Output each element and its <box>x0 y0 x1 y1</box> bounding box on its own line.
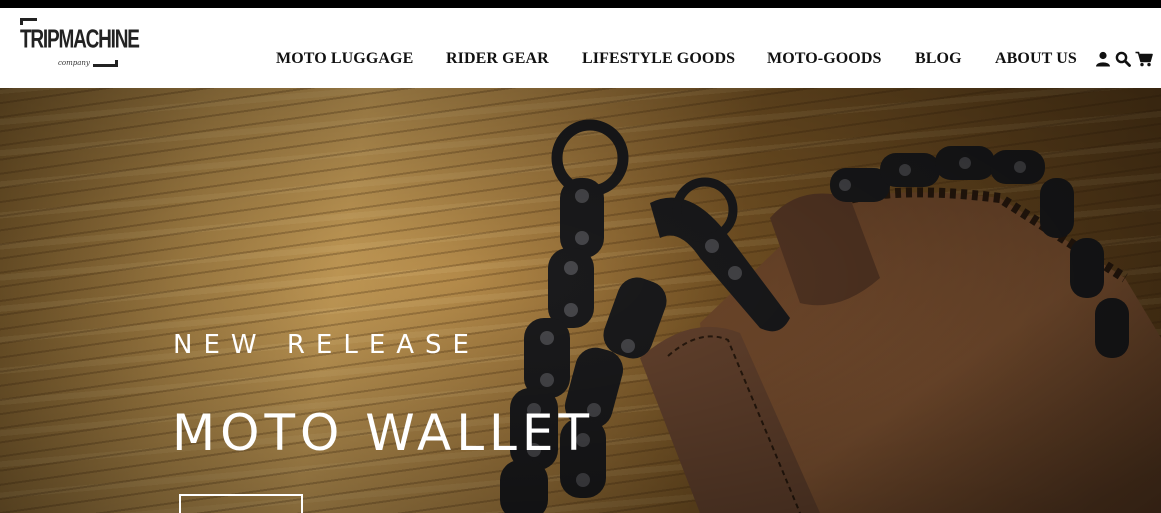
nav-item-about-us[interactable]: ABOUT US <box>995 50 1077 68</box>
nav-item-moto-luggage[interactable]: MOTO LUGGAGE <box>276 50 413 68</box>
search-icon[interactable] <box>1115 51 1131 67</box>
hero-cta-button[interactable] <box>179 494 303 513</box>
cart-icon[interactable] <box>1135 51 1153 67</box>
tripmachine-logo[interactable]: TRIPMACHINE company <box>20 18 140 67</box>
top-bar <box>0 0 1161 8</box>
nav-item-lifestyle-goods[interactable]: LIFESTYLE GOODS <box>582 50 735 68</box>
hero-title: MOTO WALLET <box>172 404 595 462</box>
site-header: TRIPMACHINE company MOTO LUGGAGE RIDER G… <box>0 8 1161 88</box>
hero-eyebrow: NEW RELEASE <box>173 330 480 360</box>
nav-item-blog[interactable]: BLOG <box>915 50 962 68</box>
nav-item-rider-gear[interactable]: RIDER GEAR <box>446 50 549 68</box>
logo-wordmark: TRIPMACHINE <box>20 26 140 55</box>
logo-subtext: company <box>58 59 90 67</box>
nav-item-moto-goods[interactable]: MOTO-GOODS <box>767 50 882 68</box>
user-icon[interactable] <box>1095 51 1111 67</box>
logo-frame-left <box>20 18 37 25</box>
hero-banner: NEW RELEASE MOTO WALLET <box>0 88 1161 513</box>
logo-frame-right <box>93 60 118 67</box>
